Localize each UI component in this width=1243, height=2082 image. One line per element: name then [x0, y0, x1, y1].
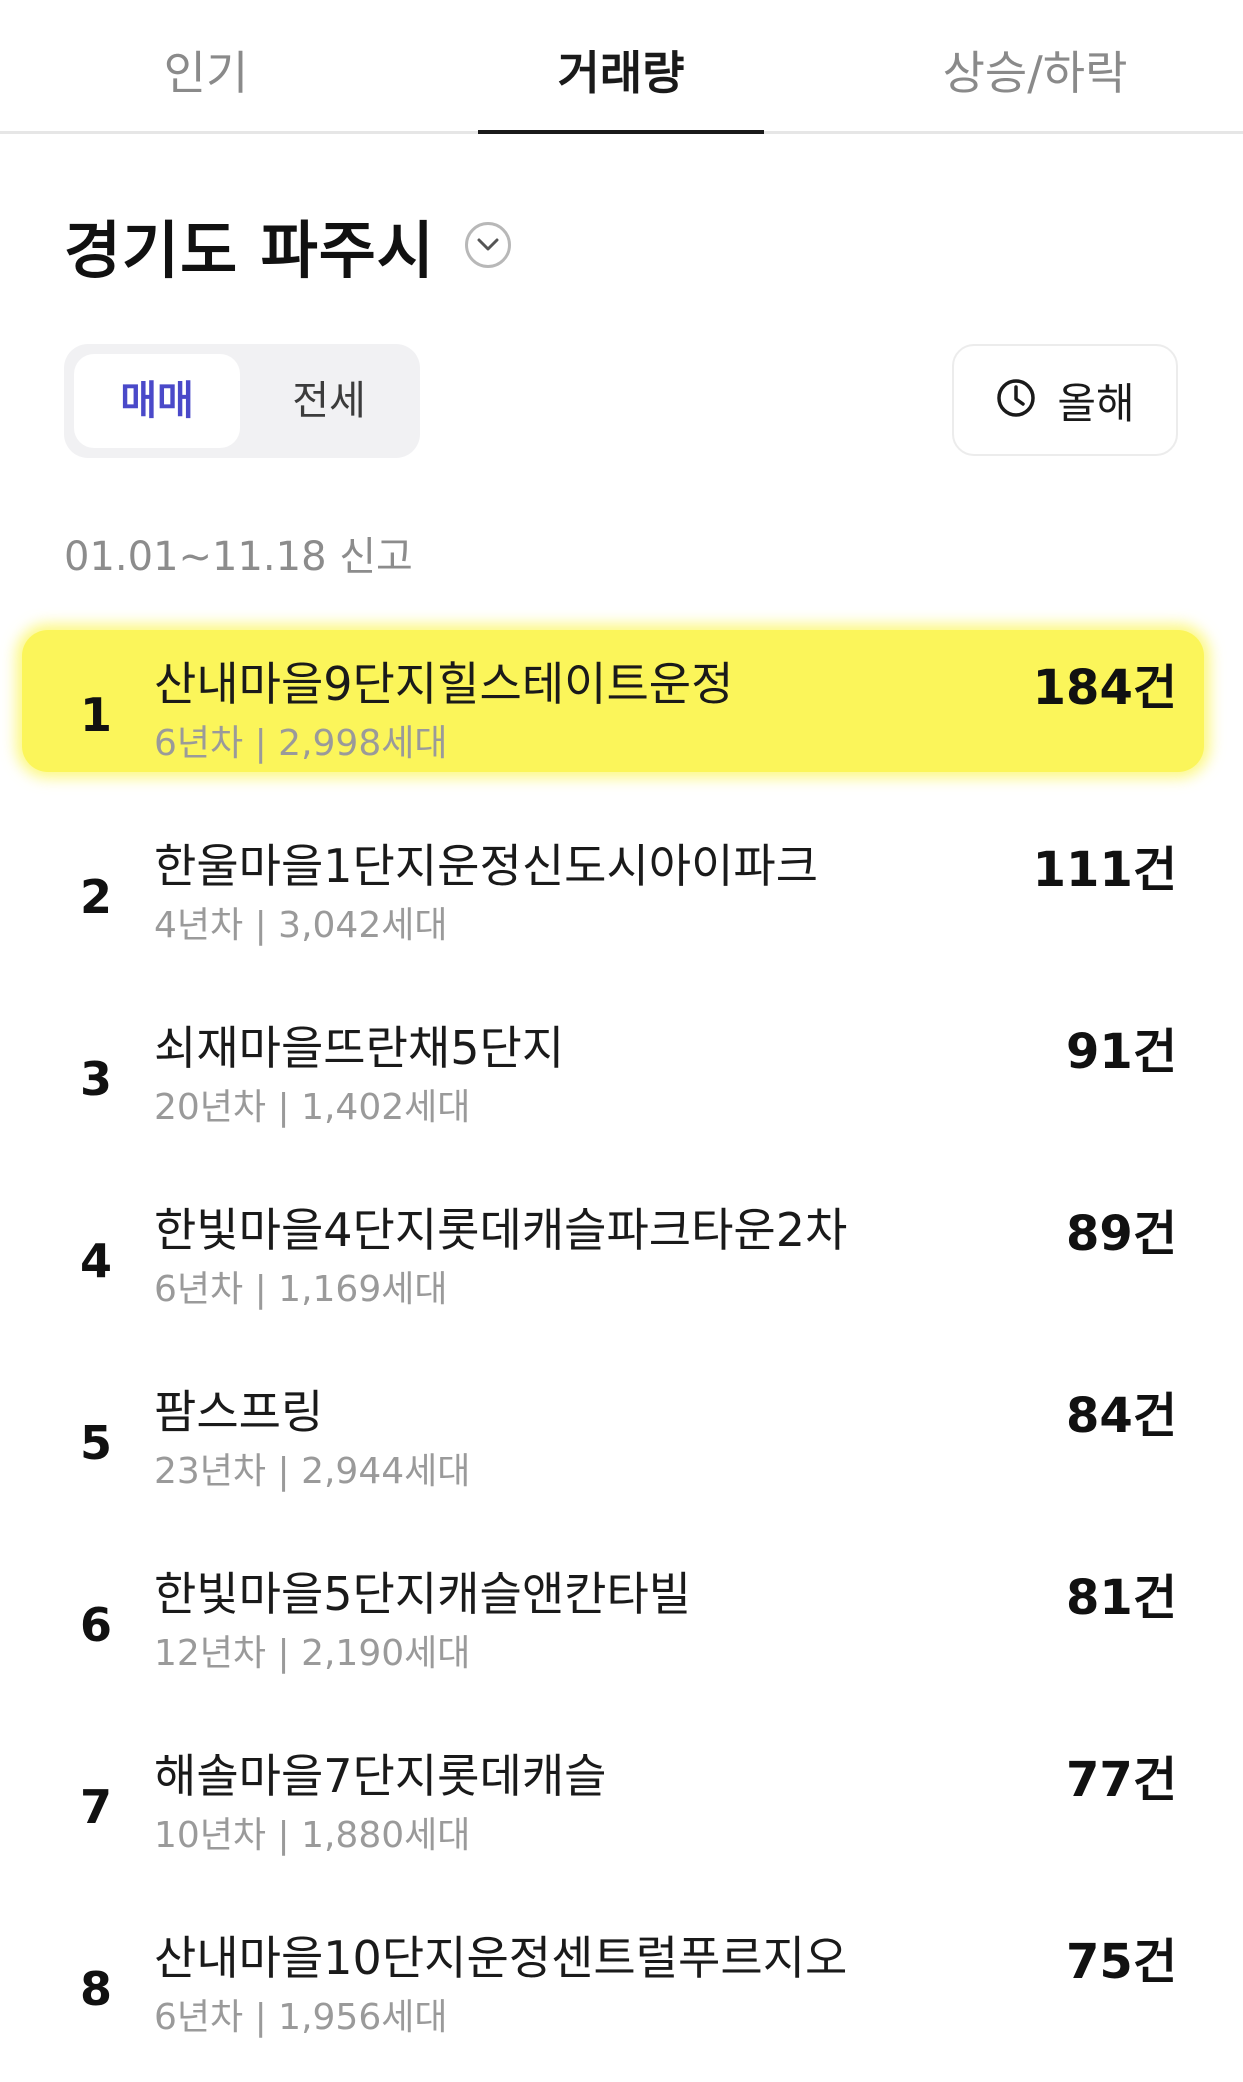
list-item[interactable]: 5 팜스프링 23년차 | 2,944세대 84건 [0, 1354, 1243, 1536]
complex-meta: 10년차 | 1,880세대 [154, 1815, 471, 1856]
period-label: 올해 [1057, 378, 1135, 428]
trade-count: 184건 [1032, 660, 1177, 716]
ranking-list: 1 산내마을9단지힐스테이트운정 6년차 | 2,998세대 184건 2 한울… [0, 626, 1243, 2082]
chevron-down-icon[interactable] [464, 222, 511, 268]
list-item[interactable]: 1 산내마을9단지힐스테이트운정 6년차 | 2,998세대 184건 [0, 626, 1243, 808]
complex-name: 팜스프링 [154, 1385, 324, 1439]
trade-count: 75건 [1066, 1934, 1177, 1990]
tab-rise-fall[interactable]: 상승/하락 [900, 38, 1170, 108]
list-item[interactable]: 3 쇠재마을뜨란채5단지 20년차 | 1,402세대 91건 [0, 990, 1243, 1172]
segment-sale-button[interactable]: 매매 [74, 354, 240, 448]
complex-meta: 12년차 | 2,190세대 [154, 1633, 471, 1674]
report-date-range: 01.01~11.18 신고 [64, 534, 413, 580]
region-selector[interactable]: 경기도 파주시 [64, 200, 511, 290]
list-item[interactable]: 4 한빛마을4단지롯데캐슬파크타운2차 6년차 | 1,169세대 89건 [0, 1172, 1243, 1354]
complex-name: 쇠재마을뜨란채5단지 [154, 1021, 565, 1075]
complex-meta: 20년차 | 1,402세대 [154, 1087, 471, 1128]
top-tab-bar: 인기 거래량 상승/하락 [0, 0, 1243, 134]
complex-name: 산내마을10단지운정센트럴푸르지오 [154, 1931, 848, 1985]
trade-count: 111건 [1032, 842, 1177, 898]
segment-jeonse-button[interactable]: 전세 [246, 354, 412, 448]
list-item[interactable]: 2 한울마을1단지운정신도시아이파크 4년차 | 3,042세대 111건 [0, 808, 1243, 990]
complex-meta: 23년차 | 2,944세대 [154, 1451, 471, 1492]
period-button[interactable]: 올해 [952, 344, 1178, 456]
complex-meta: 4년차 | 3,042세대 [154, 905, 448, 946]
trade-count: 89건 [1066, 1206, 1177, 1262]
rank-number: 5 [80, 1416, 113, 1470]
list-item[interactable]: 8 산내마을10단지운정센트럴푸르지오 6년차 | 1,956세대 75건 [0, 1900, 1243, 2082]
region-title: 경기도 파주시 [64, 214, 435, 287]
rank-number: 4 [80, 1234, 113, 1288]
deal-type-segment: 매매 전세 [64, 344, 420, 458]
clock-icon [995, 377, 1037, 423]
complex-name: 한빛마을4단지롯데캐슬파크타운2차 [154, 1203, 848, 1257]
tab-trade-volume[interactable]: 거래량 [478, 38, 764, 108]
active-tab-indicator [478, 130, 764, 134]
trade-count: 84건 [1066, 1388, 1177, 1444]
trade-count: 77건 [1066, 1752, 1177, 1808]
rank-number: 3 [80, 1052, 113, 1106]
complex-name: 한울마을1단지운정신도시아이파크 [154, 839, 819, 893]
complex-name: 한빛마을5단지캐슬앤칸타빌 [154, 1567, 692, 1621]
complex-meta: 6년차 | 2,998세대 [154, 723, 448, 764]
rank-number: 1 [80, 688, 113, 742]
rank-number: 2 [80, 870, 113, 924]
list-item[interactable]: 7 해솔마을7단지롯데캐슬 10년차 | 1,880세대 77건 [0, 1718, 1243, 1900]
trade-count: 81건 [1066, 1570, 1177, 1626]
complex-meta: 6년차 | 1,956세대 [154, 1997, 448, 2038]
trade-count: 91건 [1066, 1024, 1177, 1080]
complex-meta: 6년차 | 1,169세대 [154, 1269, 448, 1310]
complex-name: 산내마을9단지힐스테이트운정 [154, 657, 734, 711]
complex-name: 해솔마을7단지롯데캐슬 [154, 1749, 607, 1803]
list-item[interactable]: 6 한빛마을5단지캐슬앤칸타빌 12년차 | 2,190세대 81건 [0, 1536, 1243, 1718]
rank-number: 6 [80, 1598, 113, 1652]
tab-popular[interactable]: 인기 [96, 38, 316, 108]
rank-number: 8 [80, 1962, 113, 2016]
rank-number: 7 [80, 1780, 113, 1834]
